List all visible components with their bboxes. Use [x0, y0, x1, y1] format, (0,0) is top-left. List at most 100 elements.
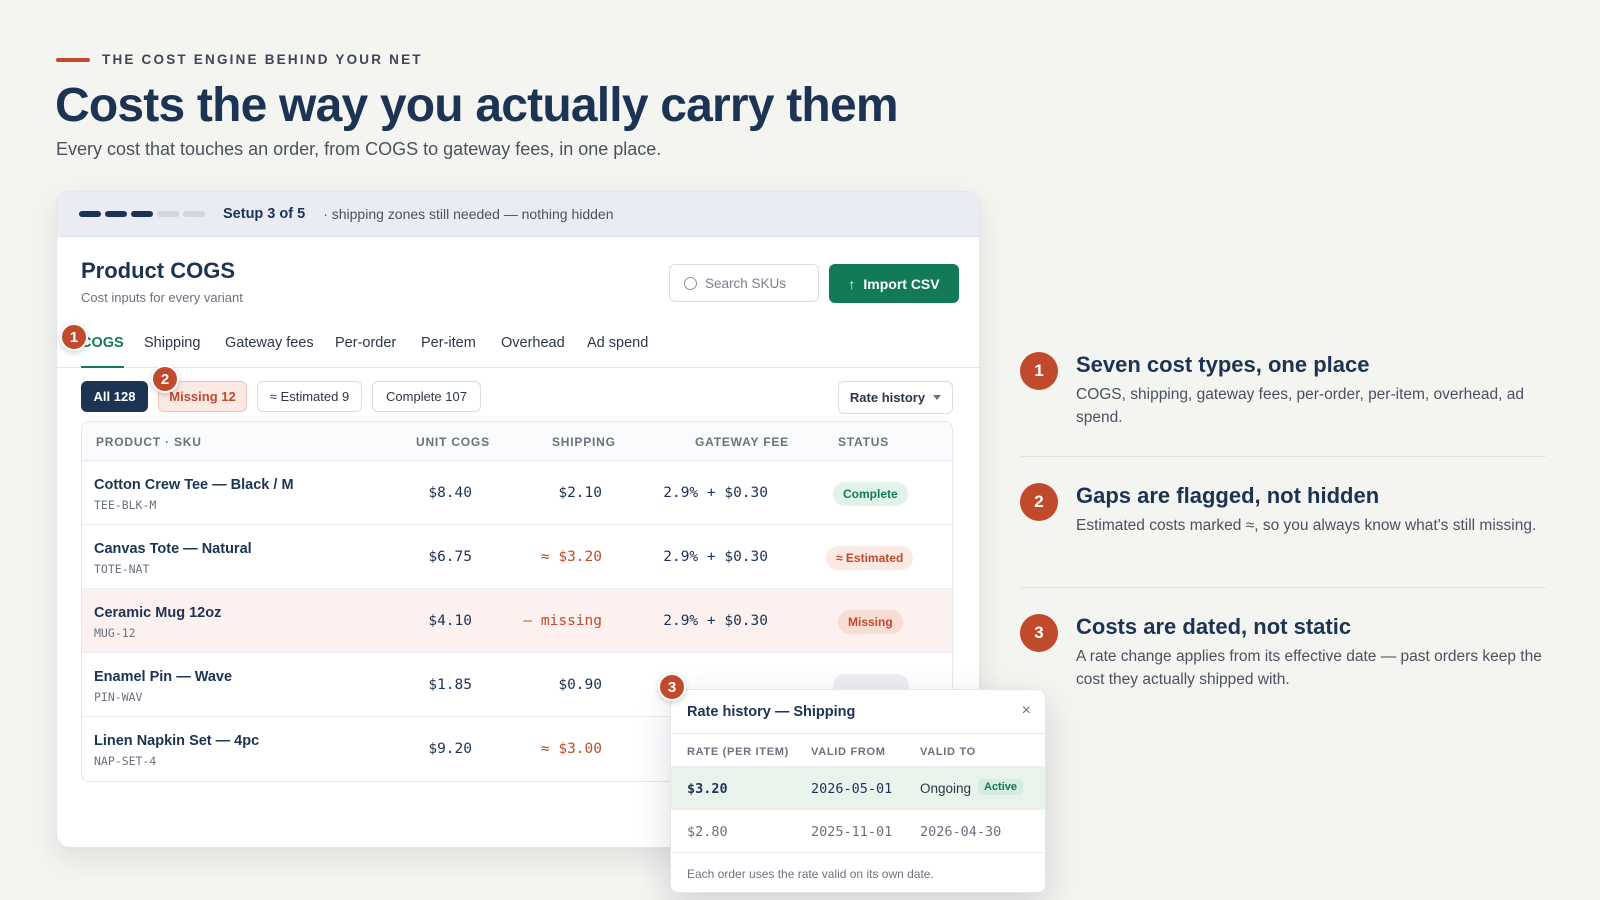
- unit-cogs: $9.20: [428, 741, 472, 757]
- tab-ad-spend[interactable]: Ad spend: [587, 328, 648, 368]
- valid-to: Ongoing: [920, 781, 972, 796]
- col-shipping: SHIPPING: [552, 435, 616, 449]
- rate-history-label: Rate history: [849, 390, 926, 405]
- search-input[interactable]: Search SKUs: [669, 264, 819, 302]
- col-gateway-fee: GATEWAY FEE: [695, 435, 789, 449]
- eyebrow-text: THE COST ENGINE BEHIND YOUR NET: [102, 52, 423, 67]
- product-name: Cotton Crew Tee — Black / M: [94, 477, 294, 493]
- page-title: Costs the way you actually carry them: [55, 79, 899, 132]
- tab-per-item[interactable]: Per-item: [421, 328, 476, 368]
- table-header: PRODUCT · SKU UNIT COGS SHIPPING GATEWAY…: [82, 422, 952, 461]
- callout-marker-2: 2: [151, 365, 179, 393]
- tab-gateway-fees[interactable]: Gateway fees: [225, 328, 314, 368]
- setup-step-3: [131, 211, 153, 217]
- table-row[interactable]: Ceramic Mug 12oz MUG-12 $4.10 — missing …: [82, 589, 952, 653]
- setup-step-4: [157, 211, 179, 217]
- status-badge: ≈ Estimated: [826, 546, 914, 570]
- panel-title: Product COGS: [81, 258, 236, 283]
- import-csv-label: Import CSV: [863, 275, 940, 292]
- rate-value: $3.20: [687, 781, 728, 797]
- product-sku: MUG-12: [94, 626, 136, 640]
- popover-footnote: Each order uses the rate valid on its ow…: [687, 867, 934, 881]
- shipping-cost: $0.90: [558, 677, 602, 693]
- feature-title: Gaps are flagged, not hidden: [1076, 483, 1380, 508]
- col-rate: RATE (PER ITEM): [687, 746, 789, 758]
- setup-step-1: [79, 211, 101, 217]
- callout-marker-3: 3: [658, 673, 686, 701]
- popover-title: Rate history — Shipping: [687, 704, 856, 720]
- rate-row[interactable]: $2.80 2025-11-01 2026-04-30: [671, 810, 1045, 853]
- feature-body: Estimated costs marked ≈, so you always …: [1076, 517, 1537, 534]
- setup-note: · shipping zones still needed — nothing …: [323, 206, 614, 222]
- popover-columns: RATE (PER ITEM) VALID FROM VALID TO: [671, 734, 1045, 767]
- unit-cogs: $4.10: [428, 613, 472, 629]
- callout-marker-1: 1: [60, 323, 88, 351]
- product-name: Canvas Tote — Natural: [94, 541, 252, 557]
- chevron-down-icon: [933, 395, 942, 400]
- status-badge: Complete: [833, 482, 908, 506]
- eyebrow: THE COST ENGINE BEHIND YOUR NET: [56, 52, 423, 67]
- tab-shipping[interactable]: Shipping: [144, 328, 200, 368]
- unit-cogs: $1.85: [428, 677, 472, 693]
- shipping-cost: $2.10: [558, 485, 602, 501]
- gateway-fee: 2.9% + $0.30: [663, 549, 768, 565]
- panel-subtitle: Cost inputs for every variant: [81, 290, 243, 305]
- col-status: STATUS: [838, 435, 890, 449]
- product-name: Enamel Pin — Wave: [94, 669, 233, 685]
- product-sku: PIN-WAV: [94, 690, 143, 704]
- feature-divider: [1020, 456, 1546, 457]
- gateway-fee: 2.9% + $0.30: [663, 485, 768, 501]
- cost-type-tabs: COGS Shipping Gateway fees Per-order Per…: [57, 328, 979, 368]
- product-name: Ceramic Mug 12oz: [94, 605, 222, 621]
- feature-2: 2 Gaps are flagged, not hidden Estimated…: [1020, 483, 1546, 563]
- product-sku: TEE-BLK-M: [94, 498, 157, 512]
- import-csv-button[interactable]: ↑ Import CSV: [829, 264, 959, 303]
- popover-header: Rate history — Shipping ×: [671, 690, 1045, 734]
- product-sku: TOTE-NAT: [94, 562, 150, 576]
- product-name: Linen Napkin Set — 4pc: [94, 733, 260, 749]
- close-icon[interactable]: ×: [1022, 702, 1031, 720]
- eyebrow-accent-bar: [56, 57, 90, 62]
- page-subtitle: Every cost that touches an order, from C…: [56, 139, 662, 159]
- search-placeholder: Search SKUs: [705, 275, 787, 291]
- setup-step-2: [105, 211, 127, 217]
- search-icon: [684, 276, 697, 290]
- feature-number: 3: [1020, 614, 1058, 652]
- feature-divider: [1020, 587, 1546, 588]
- valid-to: 2026-04-30: [920, 824, 1002, 840]
- unit-cogs: $6.75: [428, 549, 472, 565]
- shipping-cost: — missing: [523, 613, 602, 629]
- rate-value: $2.80: [687, 824, 728, 840]
- upload-arrow-icon: ↑: [848, 275, 856, 292]
- rate-history-button[interactable]: Rate history: [838, 381, 953, 414]
- feature-number: 2: [1020, 483, 1058, 521]
- feature-body: COGS, shipping, gateway fees, per-order,…: [1076, 386, 1525, 426]
- filter-all[interactable]: All 128: [81, 381, 148, 412]
- col-unit-cogs: UNIT COGS: [416, 435, 490, 449]
- feature-3: 3 Costs are dated, not static A rate cha…: [1020, 614, 1546, 694]
- status-badge: Missing: [838, 610, 903, 634]
- filter-complete[interactable]: Complete 107: [372, 381, 481, 412]
- col-valid-from: VALID FROM: [811, 746, 886, 758]
- feature-body: A rate change applies from its effective…: [1076, 648, 1542, 688]
- unit-cogs: $8.40: [428, 485, 472, 501]
- gateway-fee: 2.9% + $0.30: [663, 613, 768, 629]
- active-badge: Active: [978, 779, 1024, 795]
- product-sku: NAP-SET-4: [94, 754, 157, 768]
- valid-from: 2025-11-01: [811, 824, 893, 840]
- setup-label: Setup 3 of 5: [223, 206, 306, 222]
- table-row[interactable]: Cotton Crew Tee — Black / M TEE-BLK-M $8…: [82, 461, 952, 525]
- filter-estimated[interactable]: ≈ Estimated 9: [257, 381, 362, 412]
- valid-from: 2026-05-01: [811, 781, 893, 797]
- feature-1: 1 Seven cost types, one place COGS, ship…: [1020, 352, 1546, 432]
- feature-title: Seven cost types, one place: [1076, 352, 1370, 377]
- col-product: PRODUCT · SKU: [96, 435, 202, 449]
- tab-per-order[interactable]: Per-order: [335, 328, 396, 368]
- setup-step-5: [183, 211, 205, 217]
- tab-overhead[interactable]: Overhead: [501, 328, 565, 368]
- setup-progress-bar: Setup 3 of 5 · shipping zones still need…: [57, 192, 979, 237]
- rate-row[interactable]: $3.20 2026-05-01 Ongoing Active: [671, 767, 1045, 810]
- table-row[interactable]: Canvas Tote — Natural TOTE-NAT $6.75 ≈ $…: [82, 525, 952, 589]
- col-valid-to: VALID TO: [920, 746, 976, 758]
- shipping-cost: ≈ $3.00: [540, 741, 602, 757]
